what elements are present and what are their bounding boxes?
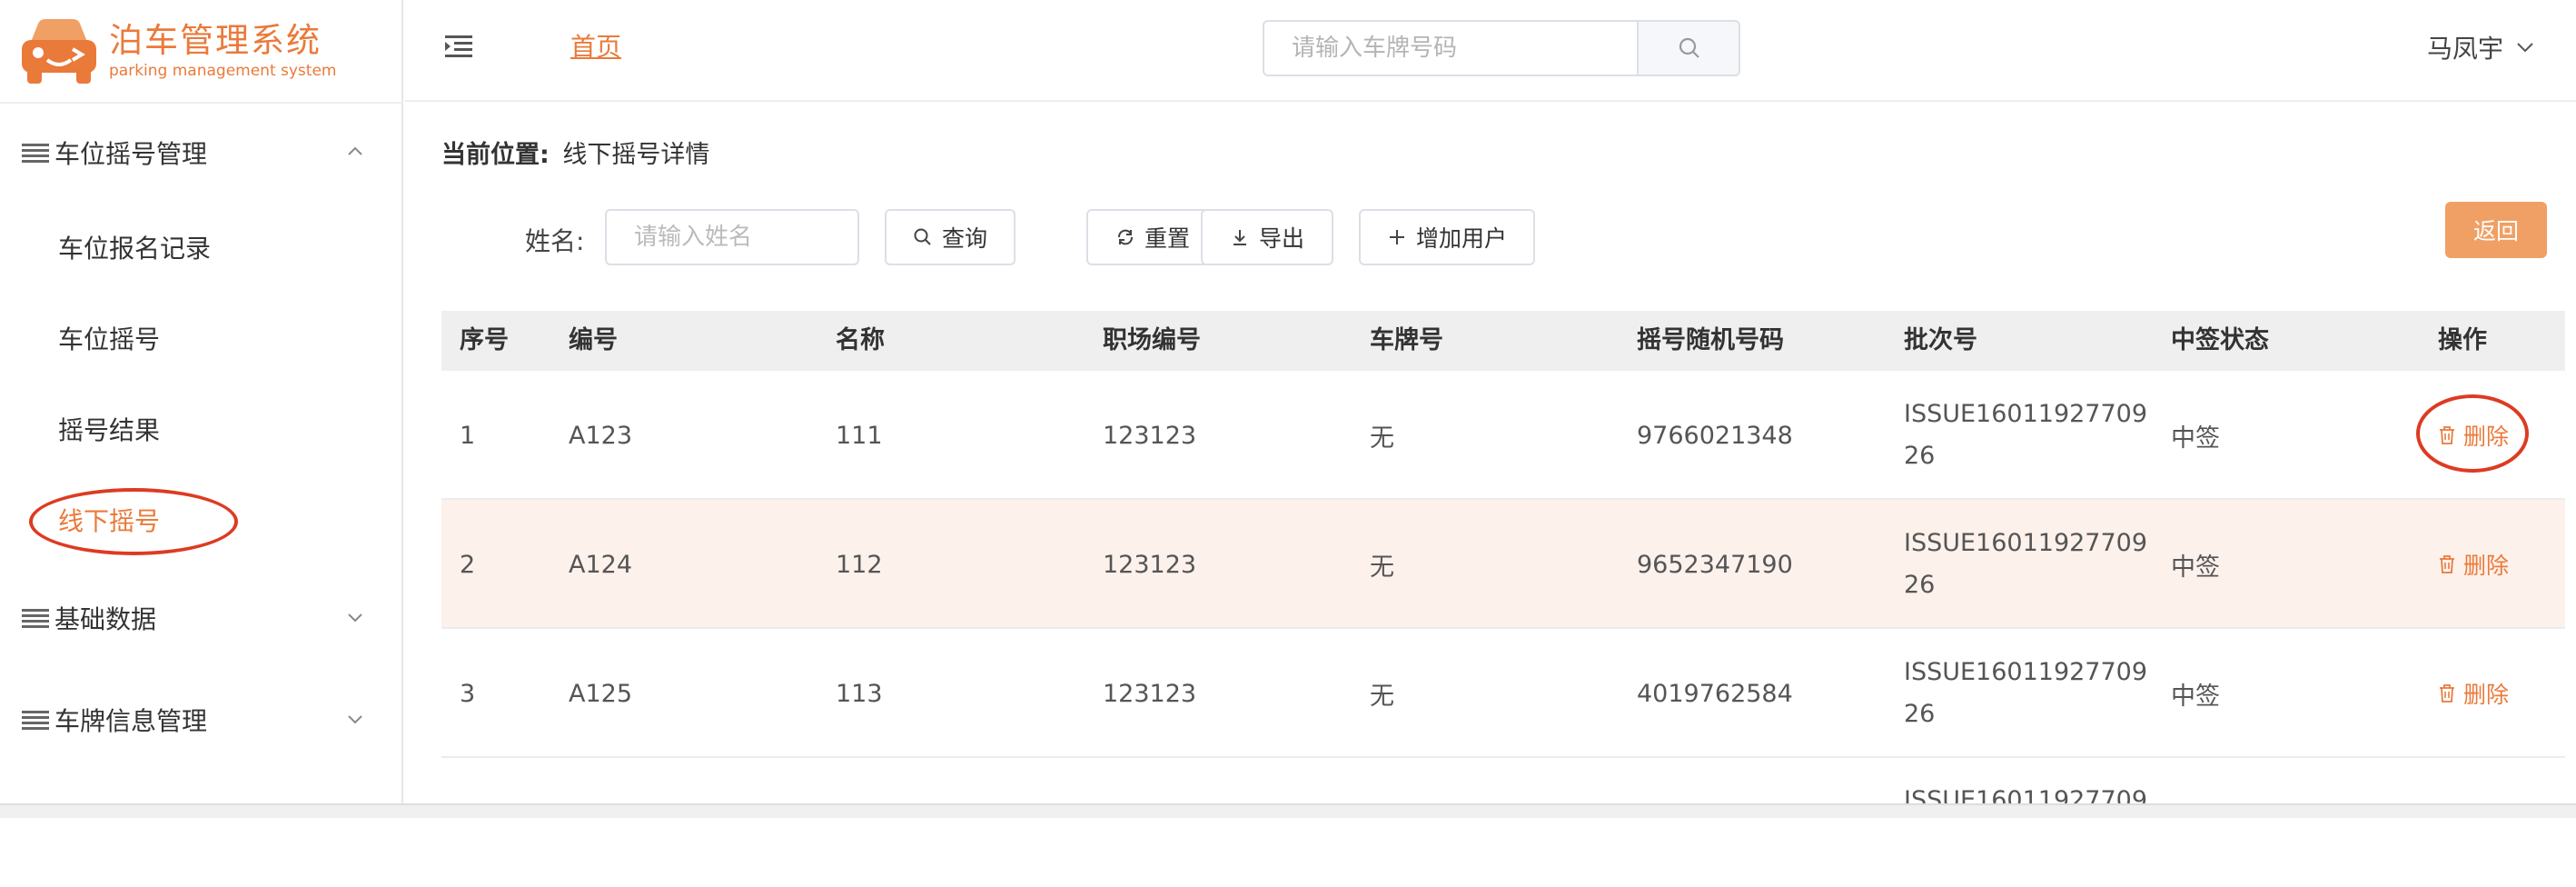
table-row[interactable]: 2 A124 112 123123 无 9652347190 ISSUE1601… <box>441 500 2565 629</box>
trash-icon <box>2440 555 2454 573</box>
cell-code: A123 <box>569 421 633 450</box>
plate-search-input[interactable] <box>1263 20 1637 76</box>
car-logo-icon <box>18 15 100 87</box>
cell-workplace: 123123 <box>1103 550 1197 579</box>
reset-button[interactable]: 重置 <box>1086 209 1219 265</box>
add-user-button[interactable]: 增加用户 <box>1359 209 1535 265</box>
search-icon <box>1679 37 1699 58</box>
trash-icon <box>2440 684 2454 703</box>
column-header: 操作 <box>2438 326 2487 354</box>
delete-button[interactable]: 删除 <box>2438 677 2509 710</box>
menu-group-label: 车牌信息管理 <box>54 706 208 736</box>
cell-batch: ISSUE16011927709 <box>1904 786 2148 814</box>
delete-label: 删除 <box>2463 682 2510 708</box>
add-user-button-label: 增加用户 <box>1415 225 1507 252</box>
sidebar-item-offline-lottery[interactable]: 线下摇号 <box>58 494 160 549</box>
chevron-down-icon <box>2517 43 2533 53</box>
home-link[interactable]: 首页 <box>570 27 621 64</box>
cell-plate: 无 <box>1370 682 1394 711</box>
divider <box>0 102 403 104</box>
cell-status: 中签 <box>2171 553 2220 582</box>
breadcrumb-label: 当前位置: <box>441 141 550 169</box>
export-button[interactable]: 导出 <box>1201 209 1333 265</box>
search-button[interactable] <box>1637 20 1740 76</box>
cell-workplace: 123123 <box>1103 679 1197 708</box>
chevron-up-icon <box>348 146 362 155</box>
cell-name: 113 <box>836 679 883 708</box>
column-header: 车牌号 <box>1370 326 1443 354</box>
list-icon <box>22 711 49 731</box>
menu-group-basic-data[interactable]: 基础数据 <box>0 591 403 645</box>
column-header: 批次号 <box>1904 326 1977 354</box>
sidebar-item-registration-records[interactable]: 车位报名记录 <box>58 222 211 276</box>
download-icon <box>1233 230 1246 245</box>
plus-icon <box>1389 230 1404 244</box>
table-row[interactable]: 3 A125 113 123123 无 4019762584 ISSUE1601… <box>441 629 2565 758</box>
cell-random-number: 9766021348 <box>1637 421 1793 450</box>
list-icon <box>22 144 49 164</box>
results-table: 序号 编号 名称 职场编号 车牌号 摇号随机号码 批次号 中签状态 操作 1 A… <box>441 311 2565 887</box>
top-bar: 首页 马凤宇 <box>405 0 2576 102</box>
menu-group-plate-info[interactable]: 车牌信息管理 <box>0 693 403 747</box>
column-header: 中签状态 <box>2171 326 2269 354</box>
sidebar-item-lottery-results[interactable]: 摇号结果 <box>58 404 160 458</box>
cell-name: 111 <box>836 421 883 450</box>
delete-button[interactable]: 删除 <box>2438 419 2509 452</box>
cell-batch: ISSUE1601192770926 <box>1904 529 2148 599</box>
table-header: 序号 编号 名称 职场编号 车牌号 摇号随机号码 批次号 中签状态 操作 <box>441 311 2565 371</box>
breadcrumb-current: 线下摇号详情 <box>562 141 710 169</box>
back-button[interactable]: 返回 <box>2445 202 2547 258</box>
cell-batch: ISSUE1601192770926 <box>1904 400 2148 470</box>
export-button-label: 导出 <box>1258 225 1304 252</box>
cell-status: 中签 <box>2171 682 2220 711</box>
table-row[interactable]: ISSUE16011927709 <box>441 758 2565 887</box>
menu-collapse-icon[interactable] <box>445 35 472 58</box>
name-filter-label: 姓名: <box>525 226 585 256</box>
delete-label: 删除 <box>2463 424 2510 450</box>
cell-random-number: 4019762584 <box>1637 679 1793 708</box>
breadcrumb: 当前位置: 线下摇号详情 <box>441 135 709 170</box>
reset-button-label: 重置 <box>1144 225 1190 252</box>
horizontal-scrollbar[interactable] <box>0 803 2576 818</box>
trash-icon <box>2440 426 2454 444</box>
column-header: 序号 <box>460 326 509 354</box>
user-name: 马凤宇 <box>2426 34 2503 64</box>
user-menu[interactable]: 马凤宇 <box>2427 29 2534 65</box>
table-row[interactable]: 1 A123 111 123123 无 9766021348 ISSUE1601… <box>441 371 2565 500</box>
search-icon <box>914 228 931 245</box>
column-header: 摇号随机号码 <box>1637 326 1784 354</box>
cell-workplace: 123123 <box>1103 421 1197 450</box>
column-header: 编号 <box>569 326 618 354</box>
cell-code: A125 <box>569 679 633 708</box>
delete-label: 删除 <box>2463 553 2510 579</box>
cell-batch: ISSUE1601192770926 <box>1904 658 2148 728</box>
delete-button[interactable]: 删除 <box>2438 548 2509 581</box>
cell-index: 2 <box>460 550 476 579</box>
app-title: 泊车管理系统 <box>109 21 322 60</box>
cell-plate: 无 <box>1370 553 1394 582</box>
cell-name: 112 <box>836 550 883 579</box>
list-icon <box>22 609 49 629</box>
name-input[interactable] <box>605 209 859 265</box>
app-logo[interactable]: 泊车管理系统 parking management system <box>18 13 336 89</box>
cell-code: A124 <box>569 550 633 579</box>
column-header: 名称 <box>836 326 885 354</box>
cell-index: 1 <box>460 421 476 450</box>
column-header: 职场编号 <box>1103 326 1201 354</box>
app-subtitle: parking management system <box>109 62 337 80</box>
menu-group-lottery[interactable]: 车位摇号管理 <box>0 125 403 180</box>
query-button-label: 查询 <box>941 225 987 252</box>
cell-status: 中签 <box>2171 424 2220 453</box>
sidebar-item-lottery[interactable]: 车位摇号 <box>58 313 160 367</box>
menu-group-label: 基础数据 <box>54 604 157 634</box>
cell-index: 3 <box>460 679 476 708</box>
sidebar: 泊车管理系统 parking management system 车位摇号管理 … <box>0 0 403 818</box>
menu-group-label: 车位摇号管理 <box>54 139 208 169</box>
refresh-icon <box>1117 229 1133 245</box>
query-button[interactable]: 查询 <box>885 209 1016 265</box>
chevron-down-icon <box>348 613 362 623</box>
cell-plate: 无 <box>1370 424 1394 453</box>
chevron-down-icon <box>348 715 362 724</box>
cell-random-number: 9652347190 <box>1637 550 1793 579</box>
